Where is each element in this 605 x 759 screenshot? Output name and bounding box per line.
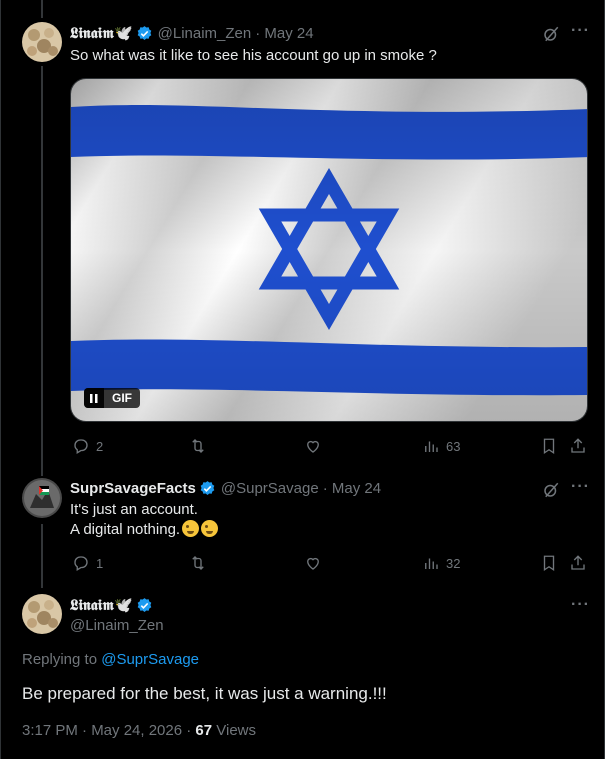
reply-button[interactable]: 2 bbox=[72, 437, 103, 455]
bookmark-button[interactable] bbox=[540, 554, 558, 572]
views-label: Views bbox=[212, 722, 257, 739]
more-icon[interactable]: ··· bbox=[571, 22, 590, 40]
avatar[interactable] bbox=[22, 594, 62, 634]
reply-count: 1 bbox=[96, 555, 104, 571]
display-name[interactable]: SuprSavageFacts bbox=[70, 480, 196, 497]
retweet-button[interactable] bbox=[189, 437, 207, 455]
handle-row: @Linaim_Zen bbox=[70, 617, 164, 634]
conversation-frame: 𝕷𝖎𝖓𝖆𝖎𝖒🕊️ @Linaim_Zen · May 24 ··· So wha… bbox=[0, 0, 605, 759]
tweet-text: It's just an account. A digital nothing. bbox=[70, 500, 219, 540]
main-tweet-text: Be prepared for the best, it was just a … bbox=[22, 684, 387, 703]
timestamp[interactable]: · May 24 bbox=[323, 480, 381, 497]
handle[interactable]: @SuprSavage bbox=[221, 480, 319, 497]
tweet-line-text: A digital nothing. bbox=[70, 521, 181, 538]
israel-flag-image bbox=[71, 79, 587, 421]
tweet-line-2: A digital nothing. bbox=[70, 520, 219, 540]
more-icon[interactable]: ··· bbox=[571, 478, 590, 496]
retweet-icon bbox=[192, 439, 204, 453]
like-icon bbox=[307, 440, 319, 453]
thread-line bbox=[41, 524, 43, 588]
timestamp[interactable]: · May 24 bbox=[255, 25, 313, 42]
grok-icon[interactable] bbox=[542, 481, 560, 499]
bookmark-button[interactable] bbox=[540, 437, 558, 455]
views-count: 32 bbox=[446, 555, 461, 571]
winking-face-icon bbox=[182, 520, 200, 537]
handle[interactable]: @Linaim_Zen bbox=[158, 25, 252, 42]
views-button[interactable]: 63 bbox=[422, 437, 460, 455]
like-button[interactable] bbox=[304, 554, 322, 572]
views-icon bbox=[425, 441, 438, 452]
views-count: 63 bbox=[446, 438, 461, 454]
verified-icon bbox=[137, 25, 151, 40]
handle[interactable]: @Linaim_Zen bbox=[70, 617, 164, 634]
tweet-time[interactable]: 3:17 PM · May 24, 2026 · bbox=[22, 722, 195, 739]
reply-icon bbox=[74, 556, 88, 571]
gif-badge[interactable]: GIF bbox=[84, 388, 140, 408]
tweet-header: 𝕷𝖎𝖓𝖆𝖎𝖒🕊️ bbox=[70, 596, 158, 614]
avatar[interactable] bbox=[22, 478, 62, 518]
verified-icon bbox=[200, 481, 215, 495]
tweet-text: So what was it like to see his account g… bbox=[70, 47, 437, 64]
gif-label: GIF bbox=[112, 391, 132, 405]
like-button[interactable] bbox=[304, 437, 322, 455]
bookmark-icon bbox=[543, 555, 555, 572]
pause-icon[interactable] bbox=[84, 388, 104, 408]
thread-line bbox=[41, 0, 43, 18]
verified-icon bbox=[137, 597, 151, 612]
share-icon bbox=[571, 555, 585, 570]
reply-icon bbox=[74, 439, 88, 454]
avatar[interactable] bbox=[22, 22, 62, 62]
retweet-icon bbox=[192, 556, 204, 570]
share-icon bbox=[571, 438, 585, 453]
share-button[interactable] bbox=[569, 437, 587, 455]
views-total: 67 bbox=[195, 722, 213, 739]
replying-to: Replying to @SuprSavage bbox=[22, 650, 199, 670]
tweet-header: 𝕷𝖎𝖓𝖆𝖎𝖒🕊️ @Linaim_Zen · May 24 bbox=[70, 24, 314, 42]
grok-icon[interactable] bbox=[542, 25, 560, 43]
retweet-button[interactable] bbox=[189, 554, 207, 572]
gif-media[interactable]: GIF bbox=[70, 78, 588, 422]
tweet-meta: 3:17 PM · May 24, 2026 · 67 Views bbox=[22, 722, 256, 739]
tweet-header: SuprSavageFacts @SuprSavage · May 24 bbox=[70, 480, 381, 497]
more-icon[interactable]: ··· bbox=[571, 596, 590, 614]
reply-button[interactable]: 1 bbox=[72, 554, 103, 572]
views-icon bbox=[425, 558, 438, 569]
tweet-line: It's just an account. bbox=[70, 501, 198, 518]
display-name[interactable]: 𝕷𝖎𝖓𝖆𝖎𝖒🕊️ bbox=[70, 596, 133, 614]
thread-line bbox=[41, 66, 43, 476]
winking-face-icon bbox=[201, 520, 219, 537]
views-button[interactable]: 32 bbox=[422, 554, 460, 572]
replying-prefix: Replying to bbox=[22, 651, 102, 668]
bookmark-icon bbox=[543, 438, 555, 455]
share-button[interactable] bbox=[569, 554, 587, 572]
like-icon bbox=[307, 557, 319, 570]
reply-count: 2 bbox=[96, 438, 104, 454]
display-name[interactable]: 𝕷𝖎𝖓𝖆𝖎𝖒🕊️ bbox=[70, 24, 133, 42]
replying-to-link[interactable]: @SuprSavage bbox=[101, 651, 199, 668]
